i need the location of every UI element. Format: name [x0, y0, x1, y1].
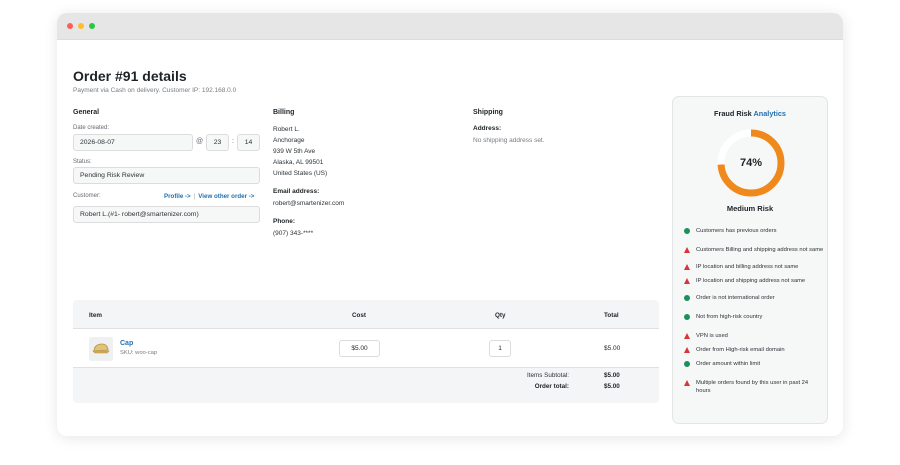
risk-factor-text: Customers Billing and shipping address n…: [696, 247, 824, 253]
cost-column-header: Cost: [352, 312, 366, 319]
items-table-header: Item Cost Qty Total: [73, 300, 659, 328]
shipping-address-label: Address:: [473, 125, 502, 132]
billing-address-line: Alaska, AL 99501: [273, 159, 324, 166]
warning-triangle-icon: [684, 264, 690, 270]
risk-factor-text: Order is not international order: [696, 295, 775, 301]
check-dot-icon: [684, 361, 690, 367]
view-other-orders-link[interactable]: View other order ->: [198, 193, 254, 200]
customer-links: Profile -> | View other order ->: [164, 193, 254, 200]
phone-label: Phone:: [273, 218, 296, 225]
warning-triangle-icon: [684, 278, 690, 284]
item-qty-input[interactable]: 1: [489, 340, 511, 357]
general-heading: General: [73, 109, 100, 116]
order-total-value: $5.00: [604, 383, 620, 390]
minute-input[interactable]: 14: [237, 134, 260, 151]
risk-factor-item: VPN is used: [684, 332, 824, 340]
billing-heading: Billing: [273, 109, 295, 116]
status-label: Status:: [73, 159, 92, 165]
risk-factor-list: Customers has previous orders Customers B…: [684, 227, 824, 395]
item-column-header: Item: [89, 312, 102, 319]
risk-factor-text: Not from high-risk country: [696, 314, 763, 320]
risk-factor-text: IP location and billing address not same: [696, 264, 799, 270]
warning-triangle-icon: [684, 347, 690, 353]
risk-factor-item: Order from High-risk email domain: [684, 346, 824, 354]
date-created-label: Date created:: [73, 125, 110, 131]
items-subtotal-value: $5.00: [604, 372, 620, 379]
window-titlebar: [57, 13, 843, 40]
warning-triangle-icon: [684, 380, 690, 386]
risk-factor-item: Order is not international order: [684, 294, 824, 302]
time-colon: :: [232, 138, 234, 145]
total-column-header: Total: [604, 312, 619, 319]
order-total-label: Order total:: [534, 383, 569, 390]
billing-address-line: Anchorage: [273, 137, 305, 144]
risk-factor-text: Customers has previous orders: [696, 228, 777, 234]
customer-label: Customer:: [73, 193, 101, 199]
risk-factor-item: Multiple orders found by this user in pa…: [684, 379, 824, 395]
payment-subtitle: Payment via Cash on delivery. Customer I…: [73, 87, 237, 94]
risk-factor-text: VPN is used: [696, 333, 728, 339]
email-label: Email address:: [273, 188, 320, 195]
risk-factor-text: Order from High-risk email domain: [696, 347, 785, 353]
date-created-input[interactable]: 2026-08-07: [73, 134, 193, 151]
order-items-panel: Item Cost Qty Total Cap SKU: woo-cap $5.…: [73, 300, 659, 403]
billing-phone-link[interactable]: (907) 343-****: [273, 228, 313, 239]
risk-factor-item: IP location and shipping address not sam…: [684, 277, 824, 285]
check-dot-icon: [684, 295, 690, 301]
fraud-risk-panel: Fraud Risk Analytics 74% Medium Risk Cus…: [672, 96, 828, 424]
billing-address-line: United States (US): [273, 170, 328, 177]
billing-address-line: Robert L.: [273, 126, 300, 133]
risk-factor-text: Multiple orders found by this user in pa…: [696, 380, 809, 394]
order-page: Order #91 details Payment via Cash on de…: [57, 40, 843, 436]
fraud-risk-title: Fraud Risk Analytics: [673, 109, 827, 118]
page-title: Order #91 details: [73, 68, 187, 84]
billing-address-line: 939 W 5th Ave: [273, 148, 316, 155]
close-window-dot[interactable]: [67, 23, 73, 29]
risk-factor-text: IP location and shipping address not sam…: [696, 278, 806, 284]
fraud-title-text: Fraud Risk: [714, 109, 752, 118]
risk-factor-item: Customers has previous orders: [684, 227, 824, 235]
browser-window: Order #91 details Payment via Cash on de…: [57, 13, 843, 436]
item-sku: SKU: woo-cap: [120, 350, 158, 356]
risk-level: Medium Risk: [726, 204, 774, 213]
item-total: $5.00: [604, 345, 621, 352]
at-sign: @: [196, 138, 204, 145]
maximize-window-dot[interactable]: [89, 23, 95, 29]
hour-input[interactable]: 23: [206, 134, 229, 151]
table-row: Cap SKU: woo-cap $5.00 1 $5.00: [73, 328, 659, 368]
risk-factor-item: Customers Billing and shipping address n…: [684, 246, 824, 254]
risk-factor-item: Order amount within limit: [684, 360, 824, 368]
billing-address: Robert L. Anchorage 939 W 5th Ave Alaska…: [273, 124, 327, 179]
check-dot-icon: [684, 314, 690, 320]
item-name-link[interactable]: Cap: [120, 340, 133, 347]
item-cost-input[interactable]: $5.00: [339, 340, 380, 357]
risk-factor-item: Not from high-risk country: [684, 313, 824, 321]
items-subtotal-label: Items Subtotal:: [527, 372, 569, 379]
shipping-address-value: No shipping address set.: [473, 137, 545, 144]
cap-icon: [89, 337, 113, 361]
risk-factor-item: IP location and billing address not same: [684, 263, 824, 271]
customer-select[interactable]: Robert L.(#1- robert@smartenizer.com): [73, 206, 260, 223]
risk-factor-text: Order amount within limit: [696, 361, 761, 367]
warning-triangle-icon: [684, 333, 690, 339]
minimize-window-dot[interactable]: [78, 23, 84, 29]
check-dot-icon: [684, 228, 690, 234]
profile-link[interactable]: Profile ->: [164, 193, 191, 200]
risk-percent: 74%: [739, 157, 763, 169]
status-select[interactable]: Pending Risk Review: [73, 167, 260, 184]
billing-email-link[interactable]: robert@smartenizer.com: [273, 198, 344, 209]
shipping-heading: Shipping: [473, 109, 503, 116]
warning-triangle-icon: [684, 247, 690, 253]
fraud-title-accent: Analytics: [753, 109, 786, 118]
qty-column-header: Qty: [495, 312, 506, 319]
link-separator: |: [193, 193, 196, 200]
